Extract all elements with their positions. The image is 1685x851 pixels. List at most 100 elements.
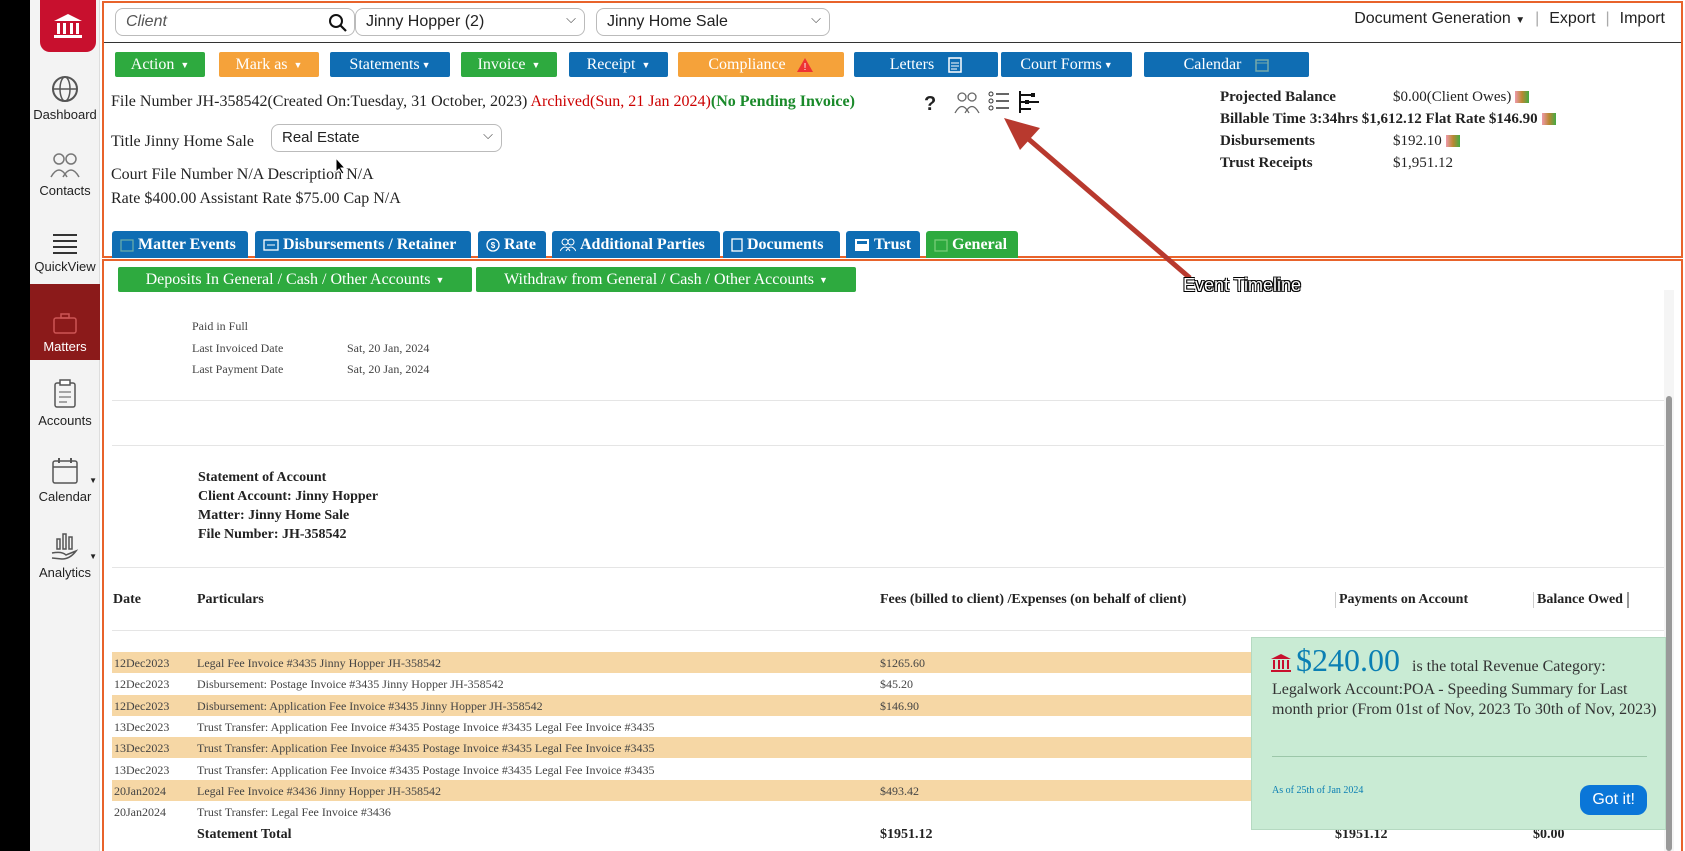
description-value: N/A [346, 166, 374, 183]
trust-receipts-value: $1,951.12 [1393, 154, 1453, 171]
divider [112, 445, 1664, 446]
row-particulars: Legal Fee Invoice #3435 Jinny Hopper JH-… [197, 656, 441, 670]
letters-label: Letters [889, 55, 935, 73]
matter-select-value: Jinny Home Sale [607, 13, 728, 30]
chart-icon[interactable] [1445, 135, 1460, 147]
rate-label: Rate [111, 190, 141, 207]
mark-as-button[interactable]: Mark as ▼ [219, 52, 319, 77]
matter-select[interactable]: Jinny Home Sale ⌵ [596, 8, 830, 36]
row-date: 13Dec2023 [114, 720, 170, 734]
pending-invoice-status: (No Pending Invoice) [710, 93, 855, 110]
sidebar-item-calendar[interactable]: Calendar ▼ [30, 440, 100, 510]
assistant-rate-label: Assistant Rate [199, 190, 292, 207]
tab-label: Additional Parties [580, 235, 705, 253]
row-date: 20Jan2024 [114, 784, 166, 798]
row-particulars: Trust Transfer: Application Fee Invoice … [197, 763, 655, 777]
withdraw-button[interactable]: Withdraw from General / Cash / Other Acc… [476, 267, 856, 292]
tab-disbursements-retainer[interactable]: Disbursements / Retainer [255, 231, 471, 258]
statement-file-number: File Number: JH-358542 [198, 527, 347, 542]
sidebar-item-quickview[interactable]: QuickView [30, 210, 100, 280]
document-icon [948, 56, 962, 73]
row-fees: $493.42 [880, 784, 919, 798]
search-icon[interactable] [328, 13, 348, 33]
tab-rate[interactable]: $ Rate [478, 231, 546, 258]
divider [112, 630, 1664, 631]
invoice-label: Invoice [477, 55, 526, 73]
row-particulars: Trust Transfer: Legal Fee Invoice #3436 [197, 805, 391, 819]
calendar-icon [120, 238, 134, 252]
checklist-icon[interactable] [988, 90, 1010, 112]
calendar-button[interactable]: Calendar [1144, 52, 1309, 77]
deposits-button[interactable]: Deposits In General / Cash / Other Accou… [118, 267, 472, 292]
statements-button[interactable]: Statements ▼ [330, 52, 450, 77]
divider [1272, 756, 1647, 757]
column-header-payments: Payments on Account [1335, 592, 1468, 608]
category-select[interactable]: Real Estate ⌵ [271, 124, 502, 152]
list-icon [53, 234, 77, 254]
chart-icon[interactable] [1515, 91, 1530, 103]
dollar-circle-icon: $ [486, 237, 500, 252]
statement-matter: Matter: Jinny Home Sale [198, 508, 350, 523]
warning-icon: ! [796, 57, 813, 73]
compliance-label: Compliance [708, 55, 786, 73]
letters-button[interactable]: Letters [854, 52, 998, 77]
sidebar-item-accounts[interactable]: Accounts [30, 364, 100, 434]
sidebar-item-contacts[interactable]: Contacts [30, 134, 100, 204]
row-fees: $146.90 [880, 699, 919, 713]
matter-title: Jinny Home Sale [144, 133, 254, 150]
last-payment-label: Last Payment Date [192, 362, 284, 376]
row-fees: $1265.60 [880, 656, 925, 670]
row-date: 12Dec2023 [114, 677, 170, 691]
got-it-button[interactable]: Got it! [1580, 785, 1647, 815]
sidebar-item-dashboard[interactable]: Dashboard [30, 58, 100, 128]
tab-additional-parties[interactable]: Additional Parties [552, 231, 720, 258]
client-search-input[interactable]: Client [115, 8, 355, 36]
analytics-hand-icon [51, 533, 79, 560]
row-particulars: Trust Transfer: Application Fee Invoice … [197, 741, 655, 755]
help-icon[interactable]: ? [924, 93, 936, 116]
people-icon[interactable] [954, 90, 980, 114]
timeline-icon[interactable] [1017, 90, 1041, 114]
tab-label: Matter Events [138, 235, 236, 253]
tab-matter-events[interactable]: Matter Events [112, 231, 248, 258]
court-file-label: Court File Number [111, 166, 233, 183]
billable-time-row: Billable Time 3:34hrs $1,612.12 Flat Rate… [1220, 108, 1556, 130]
tab-general[interactable]: General [926, 231, 1018, 258]
receipt-button[interactable]: Receipt ▼ [569, 52, 668, 77]
revenue-notification-popup: $240.00 is the total Revenue Category: L… [1251, 637, 1666, 830]
action-button[interactable]: Action ▼ [115, 52, 205, 77]
scrollbar-thumb[interactable] [1666, 396, 1672, 851]
import-link[interactable]: Import [1610, 10, 1675, 28]
document-generation-menu[interactable]: Document Generation ▼ [1344, 10, 1535, 28]
tab-documents[interactable]: Documents [723, 231, 840, 258]
popup-headline: $240.00 is the total Revenue Category: [1270, 642, 1606, 679]
column-header-fees: Fees (billed to client) /Expenses (on be… [880, 592, 1187, 607]
export-link[interactable]: Export [1539, 10, 1605, 28]
paid-in-full-label: Paid in Full [192, 319, 249, 333]
client-select-value: Jinny Hopper (2) [366, 13, 485, 30]
column-header-date: Date [113, 592, 141, 607]
file-number-line: File Number JH-358542(Created On:Tuesday… [111, 93, 855, 111]
statement-title: Statement of Account [198, 470, 327, 485]
description-label: Description [267, 166, 343, 183]
statements-label: Statements [349, 55, 420, 73]
row-date: 20Jan2024 [114, 805, 166, 819]
svg-text:!: ! [803, 62, 806, 73]
invoice-button[interactable]: Invoice ▼ [461, 52, 557, 77]
statement-total-label: Statement Total [197, 827, 292, 842]
sidebar-item-matters[interactable]: Matters [30, 284, 100, 360]
client-select[interactable]: Jinny Hopper (2) ⌵ [355, 8, 585, 36]
chevron-down-icon: ⌵ [483, 127, 493, 142]
withdraw-label: Withdraw from General / Cash / Other Acc… [504, 270, 814, 288]
chart-icon[interactable] [1541, 113, 1556, 125]
tab-trust[interactable]: Trust [846, 231, 920, 258]
sidebar-item-analytics[interactable]: Analytics ▼ [30, 516, 100, 586]
file-number-label: File Number [111, 93, 193, 110]
court-forms-button[interactable]: Court Forms ▼ [1001, 52, 1132, 77]
compliance-button[interactable]: Compliance ! [678, 52, 844, 77]
caret-down-icon: ▼ [641, 59, 651, 70]
app-logo[interactable] [40, 0, 96, 52]
briefcase-icon [53, 313, 77, 334]
billable-time-label: Billable Time [1220, 110, 1306, 127]
popup-text-2: Legalwork Account:POA - Speeding Summary… [1272, 681, 1657, 718]
